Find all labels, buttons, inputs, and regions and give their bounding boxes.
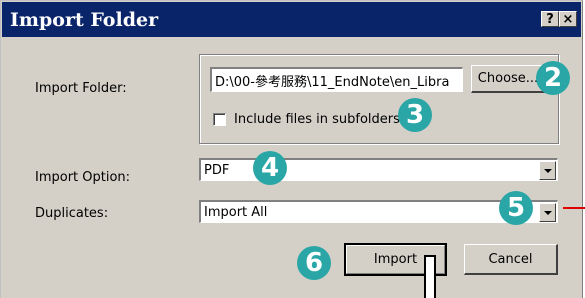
title-bar: Import Folder ? × xyxy=(2,2,581,37)
import-folder-dialog: Import Folder ? × Import Folder: D:\00-參… xyxy=(0,0,583,298)
close-button[interactable]: × xyxy=(559,11,577,27)
duplicates-value: Import All xyxy=(204,204,268,220)
cancel-button[interactable]: Cancel xyxy=(464,244,558,275)
duplicates-label: Duplicates: xyxy=(35,206,109,221)
step-5-badge: 5 xyxy=(499,191,533,225)
step-4-badge: 4 xyxy=(253,151,287,185)
step-2-badge: 2 xyxy=(536,61,570,95)
import-option-label: Import Option: xyxy=(35,170,131,185)
help-button[interactable]: ? xyxy=(541,11,559,27)
annotation-arrow-line xyxy=(563,207,585,209)
import-option-value: PDF xyxy=(204,162,230,178)
folder-path-value: D:\00-參考服務\11_EndNote\en_Libra xyxy=(215,74,450,90)
mouse-cursor-icon xyxy=(424,255,436,298)
choose-button[interactable]: Choose... xyxy=(471,65,546,93)
include-subfolders-label[interactable]: Include files in subfolders xyxy=(234,112,400,127)
step-6-badge: 6 xyxy=(297,246,331,280)
step-3-badge: 3 xyxy=(398,98,432,132)
import-folder-label: Import Folder: xyxy=(35,81,127,96)
include-subfolders-checkbox[interactable] xyxy=(213,113,226,126)
folder-path-field[interactable]: D:\00-參考服務\11_EndNote\en_Libra xyxy=(210,67,463,92)
choose-button-label: Choose... xyxy=(477,71,539,86)
window-title: Import Folder xyxy=(10,8,159,31)
import-button-label: Import xyxy=(373,252,418,267)
cancel-button-label: Cancel xyxy=(488,251,533,267)
import-option-chevron-down-icon[interactable] xyxy=(539,161,556,180)
duplicates-chevron-down-icon[interactable] xyxy=(539,203,556,222)
